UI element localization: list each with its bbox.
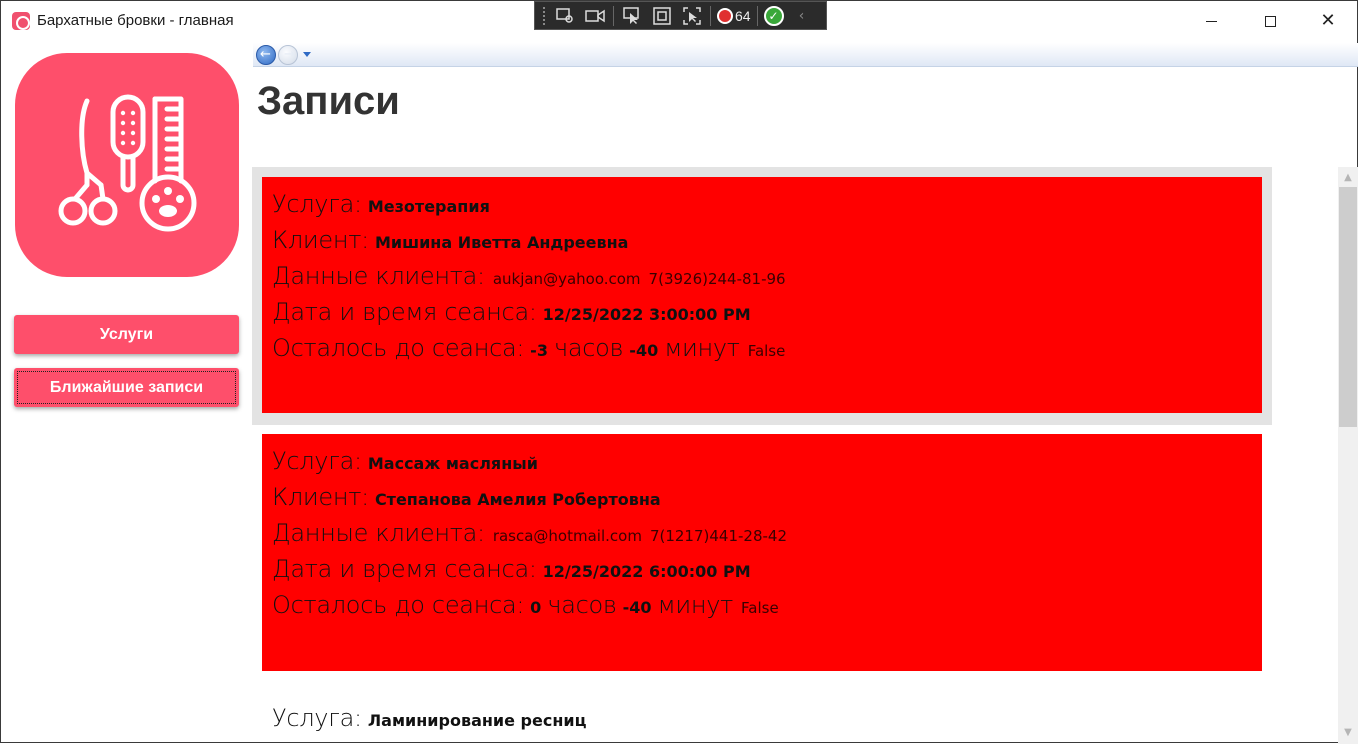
record-card[interactable]: Услуга: Массаж масляный Клиент: Степанов… bbox=[262, 434, 1262, 671]
client-phone: 7(1217)441-28-42 bbox=[649, 527, 787, 545]
client-data-label: Данные клиента: bbox=[272, 519, 485, 547]
navigation-bar: ← → bbox=[253, 43, 1358, 67]
debug-toolbar: 64 ✓ ‹ bbox=[534, 1, 827, 30]
vertical-scrollbar[interactable]: ▲ ▼ bbox=[1338, 167, 1358, 744]
services-button[interactable]: Услуги bbox=[14, 315, 239, 354]
client-label: Клиент: bbox=[272, 226, 369, 254]
datetime-label: Дата и время сеанса: bbox=[272, 298, 537, 326]
client-phone: 7(3926)244-81-96 bbox=[648, 270, 786, 288]
service-label: Услуга: bbox=[272, 190, 362, 218]
client-email: rasca@hotmail.com bbox=[492, 527, 642, 545]
minutes-left: -40 bbox=[622, 598, 652, 617]
display-adorners-icon[interactable] bbox=[650, 6, 674, 26]
scroll-down-arrow-icon[interactable]: ▼ bbox=[1338, 722, 1358, 742]
service-label: Услуга: bbox=[272, 447, 362, 475]
client-data-line: Данные клиента: rasca@hotmail.com 7(1217… bbox=[272, 519, 1262, 555]
toolbar-separator bbox=[613, 5, 614, 26]
datetime-line: Дата и время сеанса: 12/25/2022 6:00:00 … bbox=[272, 555, 1262, 591]
service-value: Массаж масляный bbox=[367, 454, 538, 473]
history-dropdown-icon[interactable] bbox=[303, 52, 311, 57]
forward-button[interactable]: → bbox=[278, 45, 298, 65]
minutes-label: минут bbox=[657, 591, 734, 619]
track-focus-icon[interactable] bbox=[680, 6, 704, 26]
beauty-tools-icon bbox=[58, 94, 197, 232]
client-value: Степанова Амелия Робертовна bbox=[374, 490, 661, 509]
toolbar-separator bbox=[710, 5, 711, 26]
hours-label: часов bbox=[547, 591, 617, 619]
app-icon bbox=[12, 12, 30, 30]
forward-arrow-icon: → bbox=[284, 47, 295, 62]
hours-left: -3 bbox=[530, 341, 548, 360]
minutes-left: -40 bbox=[629, 341, 659, 360]
client-data-line: Данные клиента: aukjan@yahoo.com 7(3926)… bbox=[272, 262, 1262, 298]
scroll-up-arrow-icon[interactable]: ▲ bbox=[1338, 167, 1358, 187]
scrollbar-thumb[interactable] bbox=[1339, 187, 1357, 427]
minimize-button[interactable] bbox=[1182, 1, 1240, 41]
client-label: Клиент: bbox=[272, 483, 369, 511]
select-element-icon[interactable] bbox=[620, 6, 644, 26]
remaining-line: Осталось до сеанса: -3 часов -40 минут F… bbox=[272, 334, 1262, 370]
client-value: Мишина Иветта Андреевна bbox=[374, 233, 629, 252]
datetime-line: Дата и время сеанса: 12/25/2022 3:00:00 … bbox=[272, 298, 1262, 334]
service-label: Услуга: bbox=[272, 704, 362, 732]
client-line: Клиент: Мишина Иветта Андреевна bbox=[272, 226, 1262, 262]
client-data-label: Данные клиента: bbox=[272, 262, 485, 290]
checkmark-icon[interactable]: ✓ bbox=[763, 5, 784, 26]
flag-value: False bbox=[741, 599, 779, 617]
upcoming-records-button[interactable]: Ближайшие записи bbox=[14, 368, 239, 407]
binding-errors-indicator[interactable]: 64 bbox=[717, 7, 751, 24]
service-value: Мезотерапия bbox=[367, 197, 490, 216]
maximize-button[interactable] bbox=[1241, 1, 1299, 41]
minutes-label: минут bbox=[664, 334, 740, 362]
service-value: Ламинирование ресниц bbox=[367, 711, 587, 730]
client-email: aukjan@yahoo.com bbox=[492, 270, 641, 288]
datetime-value: 12/25/2022 6:00:00 PM bbox=[542, 562, 751, 581]
app-logo bbox=[15, 53, 239, 277]
service-line: Услуга: Ламинирование ресниц bbox=[272, 704, 1262, 740]
datetime-value: 12/25/2022 3:00:00 PM bbox=[542, 305, 751, 324]
records-list[interactable]: Услуга: Мезотерапия Клиент: Мишина Иветт… bbox=[252, 167, 1272, 744]
toolbar-grip-icon[interactable] bbox=[543, 6, 547, 25]
flag-value: False bbox=[747, 342, 786, 360]
live-visual-tree-icon[interactable] bbox=[553, 6, 577, 26]
hours-label: часов bbox=[553, 334, 624, 362]
datetime-label: Дата и время сеанса: bbox=[272, 555, 537, 583]
service-line: Услуга: Массаж масляный bbox=[272, 447, 1262, 483]
back-arrow-icon: ← bbox=[260, 47, 271, 62]
error-count: 64 bbox=[735, 7, 751, 24]
back-button[interactable]: ← bbox=[256, 45, 276, 65]
client-line: Клиент: Степанова Амелия Робертовна bbox=[272, 483, 1262, 519]
remaining-line: Осталось до сеанса: 0 часов -40 минут Fa… bbox=[272, 591, 1262, 627]
record-card[interactable]: Услуга: Ламинирование ресниц bbox=[262, 691, 1262, 744]
hours-left: 0 bbox=[530, 598, 542, 617]
close-button[interactable]: ✕ bbox=[1299, 1, 1357, 41]
record-icon[interactable] bbox=[583, 6, 607, 26]
maximize-icon bbox=[1264, 15, 1276, 27]
record-card[interactable]: Услуга: Мезотерапия Клиент: Мишина Иветт… bbox=[262, 177, 1262, 413]
service-line: Услуга: Мезотерапия bbox=[272, 190, 1262, 226]
collapse-chevron-icon[interactable]: ‹ bbox=[790, 6, 814, 26]
minimize-icon bbox=[1205, 20, 1217, 22]
error-icon bbox=[717, 7, 733, 24]
remaining-label: Осталось до сеанса: bbox=[272, 334, 525, 362]
remaining-label: Осталось до сеанса: bbox=[272, 591, 525, 619]
page-title: Записи bbox=[257, 79, 400, 123]
toolbar-separator bbox=[756, 5, 758, 26]
close-icon: ✕ bbox=[1320, 10, 1336, 31]
window-title: Бархатные бровки - главная bbox=[37, 12, 234, 29]
